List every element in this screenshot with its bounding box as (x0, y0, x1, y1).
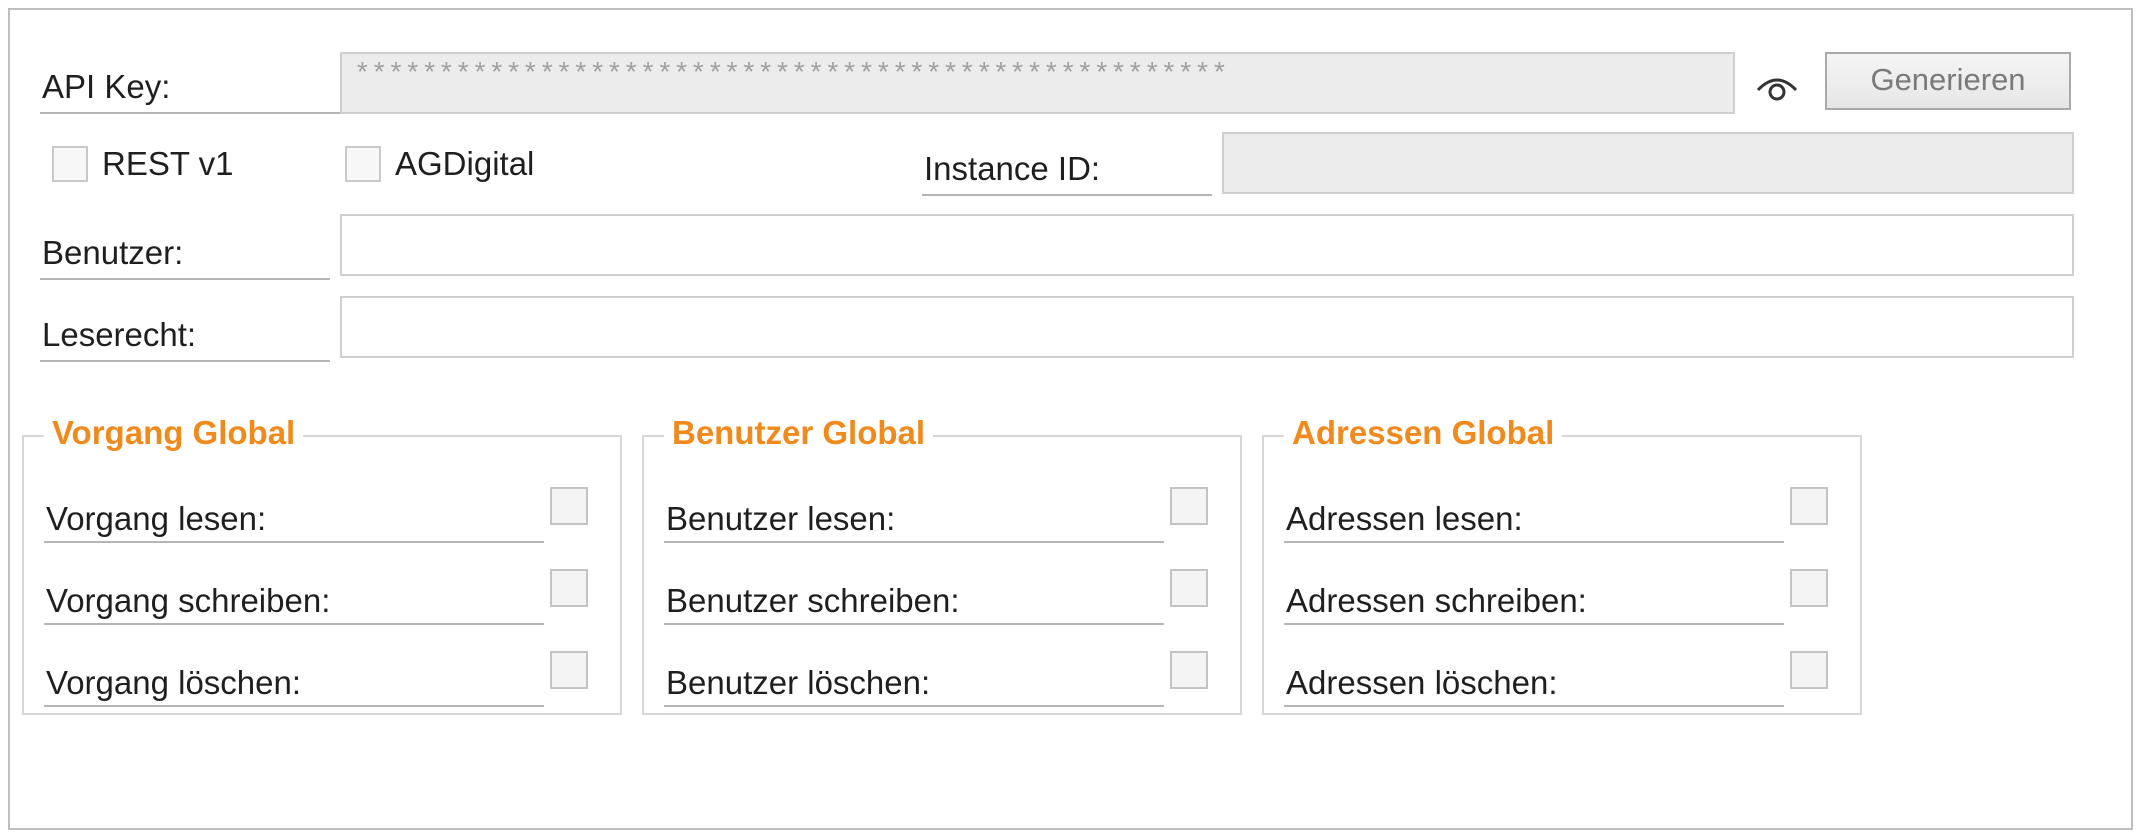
benutzer-schreiben-checkbox[interactable] (1170, 569, 1208, 607)
adressen-loeschen-label: Adressen löschen: (1284, 653, 1784, 707)
rest-v1-checkbox[interactable] (52, 146, 88, 182)
adressen-loeschen-checkbox[interactable] (1790, 651, 1828, 689)
api-key-label: API Key: (40, 58, 340, 114)
api-settings-panel: API Key: *******************************… (8, 8, 2133, 830)
adressen-schreiben-checkbox[interactable] (1790, 569, 1828, 607)
benutzer-input[interactable] (340, 214, 2074, 276)
adressen-global-title: Adressen Global (1284, 411, 1563, 455)
benutzer-global-group: Benutzer Global Benutzer lesen: Benutzer… (642, 411, 1242, 715)
vorgang-loeschen-label: Vorgang löschen: (44, 653, 544, 707)
vorgang-loeschen-checkbox[interactable] (550, 651, 588, 689)
benutzer-lesen-label: Benutzer lesen: (664, 489, 1164, 543)
instance-id-field (1222, 132, 2074, 194)
benutzer-schreiben-label: Benutzer schreiben: (664, 571, 1164, 625)
vorgang-lesen-label: Vorgang lesen: (44, 489, 544, 543)
adressen-schreiben-label: Adressen schreiben: (1284, 571, 1784, 625)
adressen-lesen-checkbox[interactable] (1790, 487, 1828, 525)
vorgang-schreiben-checkbox[interactable] (550, 569, 588, 607)
adressen-lesen-label: Adressen lesen: (1284, 489, 1784, 543)
leserecht-input[interactable] (340, 296, 2074, 358)
agdigital-checkbox[interactable] (345, 146, 381, 182)
vorgang-global-group: Vorgang Global Vorgang lesen: Vorgang sc… (22, 411, 622, 715)
eye-icon[interactable] (1752, 68, 1802, 108)
vorgang-global-title: Vorgang Global (44, 411, 304, 455)
vorgang-schreiben-label: Vorgang schreiben: (44, 571, 544, 625)
leserecht-label: Leserecht: (40, 306, 330, 362)
api-key-field: ****************************************… (340, 52, 1735, 114)
benutzer-global-title: Benutzer Global (664, 411, 934, 455)
instance-id-label: Instance ID: (922, 140, 1212, 196)
rest-v1-label: REST v1 (102, 145, 234, 182)
benutzer-loeschen-label: Benutzer löschen: (664, 653, 1164, 707)
benutzer-label: Benutzer: (40, 224, 330, 280)
benutzer-lesen-checkbox[interactable] (1170, 487, 1208, 525)
vorgang-lesen-checkbox[interactable] (550, 487, 588, 525)
agdigital-label: AGDigital (395, 145, 535, 182)
benutzer-loeschen-checkbox[interactable] (1170, 651, 1208, 689)
adressen-global-group: Adressen Global Adressen lesen: Adressen… (1262, 411, 1862, 715)
generate-button[interactable]: Generieren (1825, 52, 2071, 110)
